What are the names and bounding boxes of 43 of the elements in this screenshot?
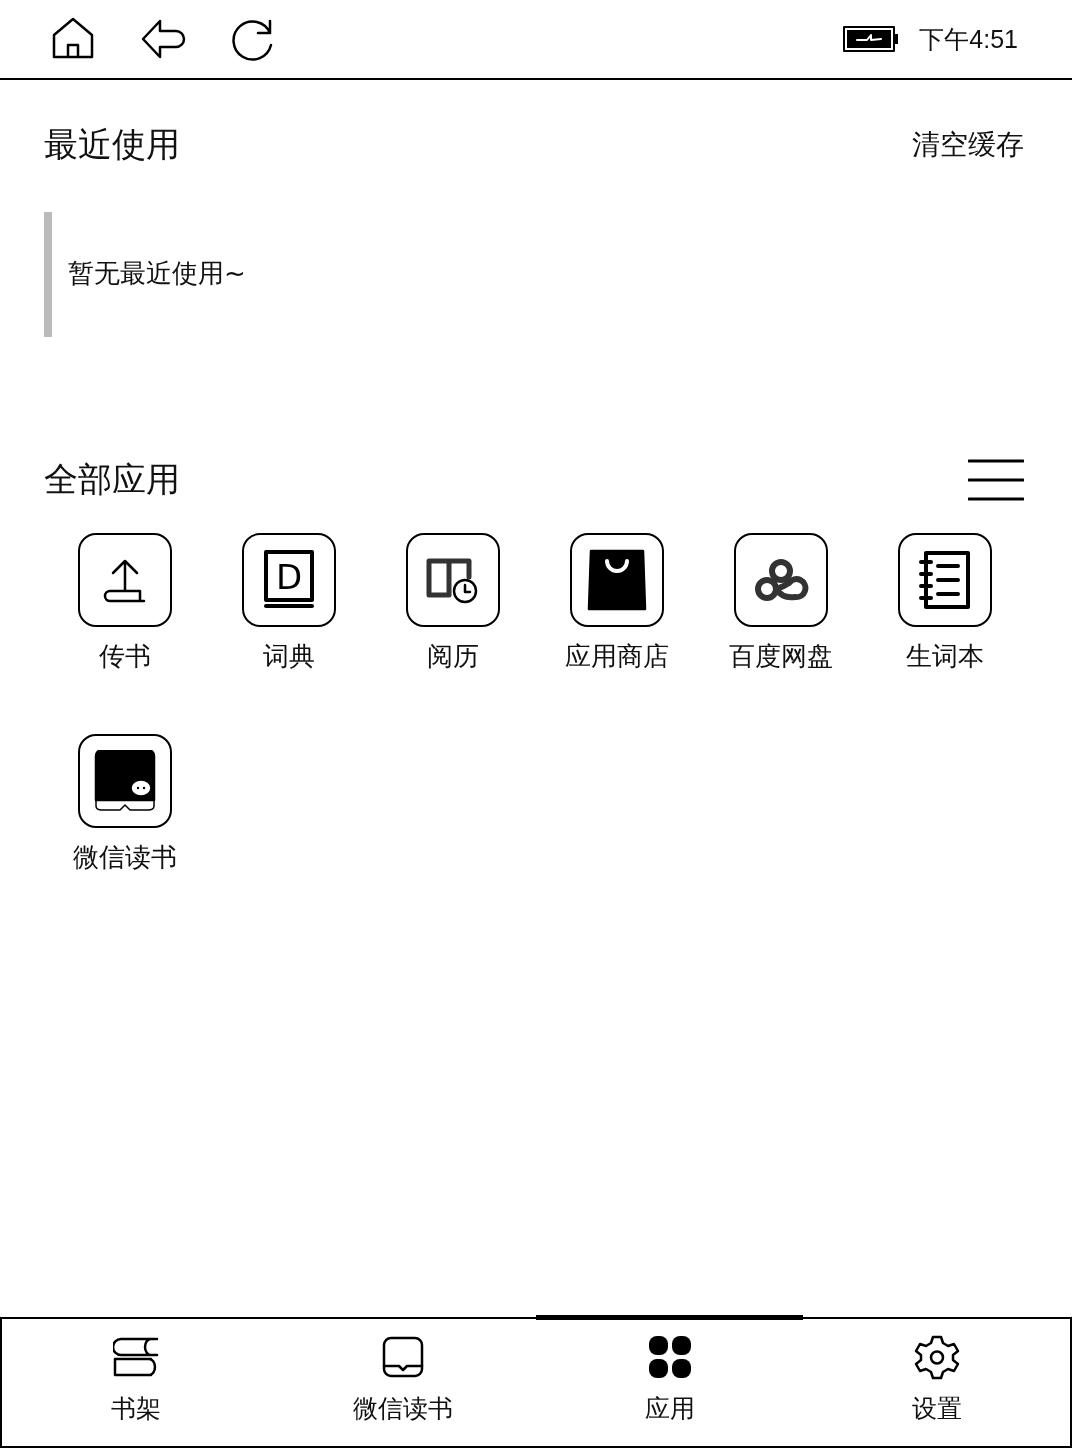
tab-label: 设置 — [911, 1393, 962, 1425]
settings-icon — [913, 1334, 960, 1380]
app-launcher[interactable]: 生词本 — [863, 533, 1027, 674]
app-launcher[interactable]: D 词典 — [207, 533, 371, 674]
battery-icon — [843, 26, 900, 52]
back-arrow-icon — [140, 17, 186, 61]
app-launcher[interactable]: 百度网盘 — [699, 533, 863, 674]
menu-icon — [968, 459, 1024, 501]
shopping-bag-icon — [587, 549, 647, 611]
letter-text: D — [275, 557, 303, 597]
home-icon — [50, 17, 96, 61]
app-launcher[interactable]: 微信读书 — [43, 734, 207, 875]
app-launcher[interactable]: 阅历 — [371, 533, 535, 674]
app-label: 词典 — [263, 640, 315, 673]
home-button[interactable] — [50, 17, 96, 61]
nav-tab[interactable]: 书架 — [2, 1315, 269, 1446]
nav-tab[interactable]: 应用 — [536, 1315, 803, 1446]
app-label: 微信读书 — [73, 841, 177, 874]
empty-message: 暂无最近使用~ — [44, 212, 1028, 337]
cloud-rings-icon — [753, 557, 809, 603]
section-title: 全部应用 — [44, 458, 180, 501]
books-icon — [112, 1337, 159, 1377]
nav-tab[interactable]: 设置 — [803, 1315, 1070, 1446]
section-title: 最近使用 — [44, 123, 180, 166]
menu-button[interactable] — [968, 459, 1024, 501]
app-label: 百度网盘 — [729, 640, 833, 673]
grid-icon — [648, 1336, 691, 1378]
nav-tab[interactable]: 微信读书 — [269, 1315, 536, 1446]
book-icon — [381, 1336, 424, 1378]
app-launcher[interactable]: 传书 — [43, 533, 207, 674]
tab-label: 微信读书 — [352, 1393, 453, 1425]
back-button[interactable] — [140, 17, 186, 61]
tab-label: 书架 — [110, 1393, 161, 1425]
app-label: 阅历 — [427, 640, 479, 673]
app-label: 传书 — [99, 640, 151, 673]
app-label: 生词本 — [906, 640, 984, 673]
notebook-icon — [918, 550, 972, 610]
app-launcher[interactable]: 应用商店 — [535, 533, 699, 674]
clear-cache-button[interactable]: 清空缓存 — [912, 126, 1024, 164]
app-label: 应用商店 — [565, 640, 669, 673]
book-chat-icon — [94, 750, 156, 812]
clock-text: 下午4:51 — [919, 23, 1018, 55]
tab-label: 应用 — [644, 1393, 695, 1425]
